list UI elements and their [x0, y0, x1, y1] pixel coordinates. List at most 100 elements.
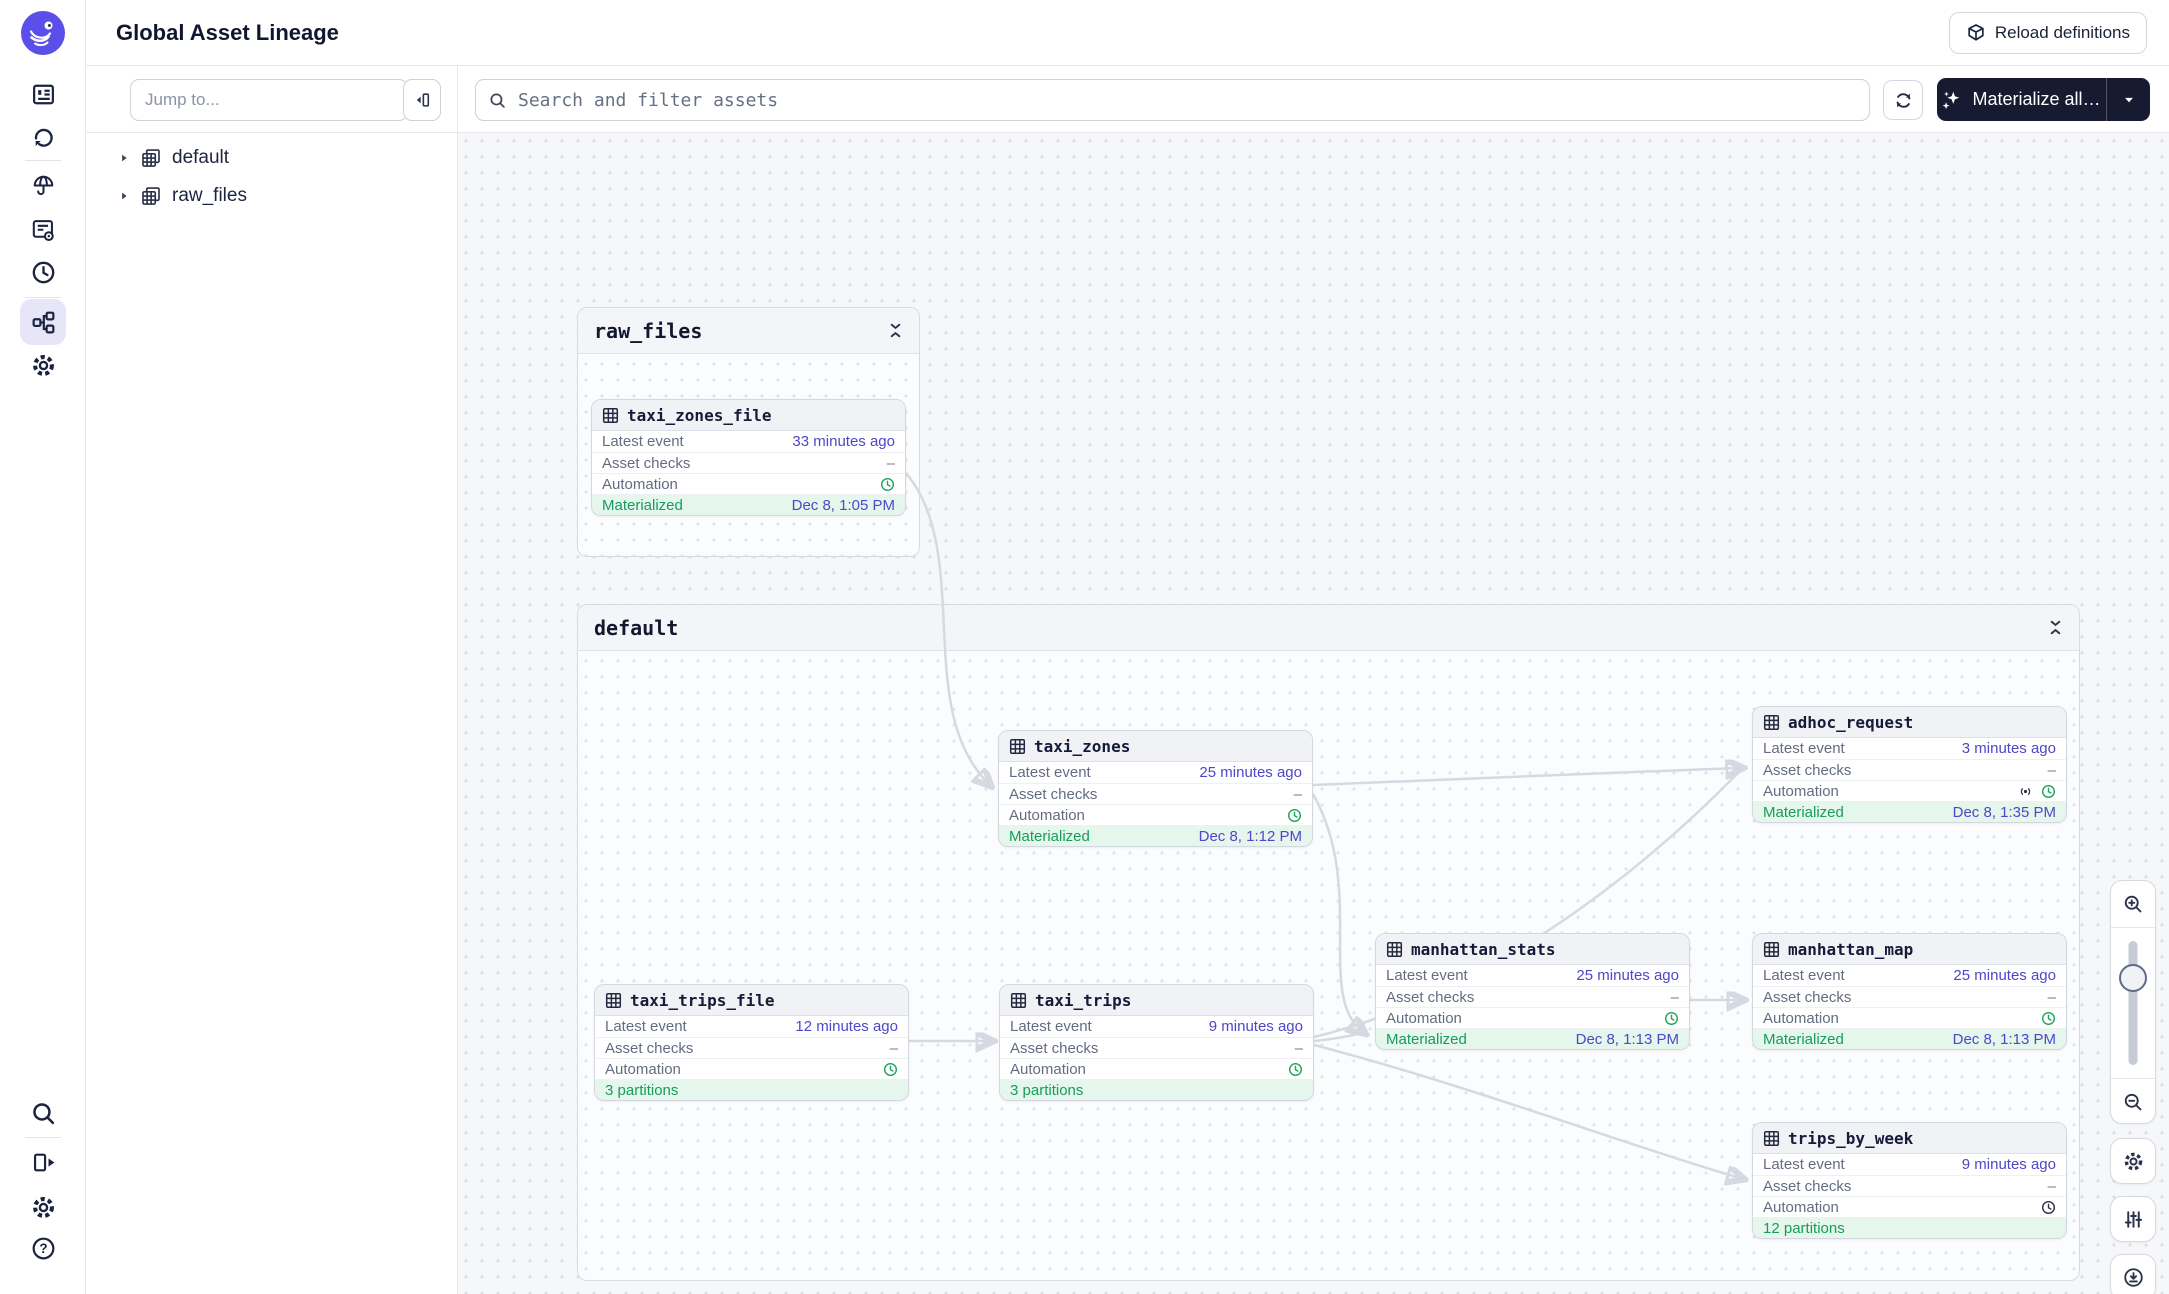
- sidebar-item-jobs[interactable]: [20, 207, 66, 253]
- automation-clock-icon[interactable]: [2041, 1200, 2056, 1215]
- refresh-button[interactable]: [1883, 80, 1923, 120]
- sidebar-item-runs[interactable]: [20, 114, 66, 160]
- sidebar-item-lineage[interactable]: [20, 299, 66, 345]
- graph-settings-button[interactable]: [2110, 1138, 2156, 1184]
- automation-clock-icon[interactable]: [1664, 1011, 1679, 1026]
- automation-sensor-icon[interactable]: [2018, 784, 2033, 799]
- asset-name: trips_by_week: [1788, 1129, 1913, 1148]
- asset-node-header[interactable]: taxi_trips_file: [595, 985, 908, 1016]
- dagster-logo-icon[interactable]: [21, 11, 65, 55]
- materialized-row: MaterializedDec 8, 1:12 PM: [999, 825, 1312, 846]
- latest-event-link[interactable]: 25 minutes ago: [1199, 764, 1302, 781]
- rail-divider: [25, 297, 61, 298]
- asset-node-trips_by_week[interactable]: trips_by_week Latest event9 minutes ago …: [1752, 1122, 2067, 1239]
- materialized-time-link[interactable]: Dec 8, 1:12 PM: [1199, 828, 1302, 845]
- zoom-in-button[interactable]: [2111, 881, 2155, 927]
- chevron-right-icon[interactable]: [118, 152, 130, 164]
- tree-item-label: default: [172, 147, 229, 169]
- latest-event-link[interactable]: 25 minutes ago: [1953, 967, 2056, 984]
- asset-node-taxi_trips_file[interactable]: taxi_trips_file Latest event12 minutes a…: [594, 984, 909, 1101]
- group-header[interactable]: default: [578, 605, 2079, 651]
- deployment-gear-icon: [31, 353, 56, 378]
- chevron-right-icon[interactable]: [118, 190, 130, 202]
- asset-node-header[interactable]: manhattan_map: [1753, 934, 2066, 965]
- materialized-time-link[interactable]: Dec 8, 1:13 PM: [1953, 1031, 2056, 1048]
- asset-node-header[interactable]: taxi_zones: [999, 731, 1312, 762]
- collapse-group-icon[interactable]: [2048, 619, 2063, 636]
- automation-row: Automation: [1753, 1007, 2066, 1028]
- partitions-row: 12 partitions: [1753, 1217, 2066, 1238]
- collapse-group-icon[interactable]: [888, 322, 903, 339]
- zoom-slider-track[interactable]: [2129, 941, 2138, 1065]
- latest-event-link[interactable]: 9 minutes ago: [1962, 1156, 2056, 1173]
- automation-row: Automation: [1753, 1196, 2066, 1217]
- automation-clock-icon[interactable]: [2041, 784, 2056, 799]
- materialized-time-link[interactable]: Dec 8, 1:35 PM: [1953, 804, 2056, 821]
- rail-help-button[interactable]: [20, 1225, 66, 1271]
- settings-gear-icon: [2123, 1151, 2144, 1172]
- materialize-all-button[interactable]: Materialize all…: [1937, 78, 2106, 121]
- rail-settings-button[interactable]: [20, 1184, 66, 1230]
- zoom-out-button[interactable]: [2111, 1079, 2155, 1125]
- asset-checks-row: Asset checks–: [1000, 1037, 1313, 1058]
- sidebar-item-schedules[interactable]: [20, 249, 66, 295]
- graph-filters-button[interactable]: [2110, 1196, 2156, 1242]
- asset-node-manhattan_map[interactable]: manhattan_map Latest event25 minutes ago…: [1752, 933, 2067, 1050]
- asset-node-header[interactable]: taxi_trips: [1000, 985, 1313, 1016]
- tree-item-default[interactable]: default: [86, 139, 457, 177]
- latest-event-row: Latest event33 minutes ago: [592, 431, 905, 452]
- latest-event-row: Latest event25 minutes ago: [999, 762, 1312, 783]
- asset-node-taxi_zones_file[interactable]: taxi_zones_file Latest event33 minutes a…: [591, 399, 906, 516]
- automation-clock-icon[interactable]: [1288, 1062, 1303, 1077]
- zoom-slider[interactable]: [2111, 928, 2155, 1078]
- asset-node-manhattan_stats[interactable]: manhattan_stats Latest event25 minutes a…: [1375, 933, 1690, 1050]
- automation-row: Automation: [1000, 1058, 1313, 1079]
- materialized-time-link[interactable]: Dec 8, 1:13 PM: [1576, 1031, 1679, 1048]
- lineage-canvas[interactable]: raw_files default: [458, 133, 2169, 1294]
- asset-node-header[interactable]: manhattan_stats: [1376, 934, 1689, 965]
- asset-node-taxi_zones[interactable]: taxi_zones Latest event25 minutes ago As…: [998, 730, 1313, 847]
- asset-node-header[interactable]: adhoc_request: [1753, 707, 2066, 738]
- rail-search-button[interactable]: [20, 1090, 66, 1136]
- download-image-button[interactable]: [2110, 1254, 2156, 1294]
- search-input[interactable]: [475, 79, 1870, 121]
- latest-event-link[interactable]: 25 minutes ago: [1576, 967, 1679, 984]
- zoom-slider-handle[interactable]: [2119, 964, 2147, 992]
- asset-node-taxi_trips[interactable]: taxi_trips Latest event9 minutes ago Ass…: [999, 984, 1314, 1101]
- latest-event-link[interactable]: 33 minutes ago: [792, 433, 895, 450]
- tree-item-raw_files[interactable]: raw_files: [86, 177, 457, 215]
- latest-event-row: Latest event12 minutes ago: [595, 1016, 908, 1037]
- latest-event-link[interactable]: 9 minutes ago: [1209, 1018, 1303, 1035]
- automation-clock-icon[interactable]: [1287, 808, 1302, 823]
- table-icon: [1009, 738, 1026, 755]
- automation-row: Automation: [592, 473, 905, 494]
- automation-clock-icon[interactable]: [883, 1062, 898, 1077]
- latest-event-link[interactable]: 12 minutes ago: [795, 1018, 898, 1035]
- top-bar: Global Asset Lineage Reload definitions: [86, 0, 2169, 66]
- tree-item-label: raw_files: [172, 185, 247, 207]
- group-header[interactable]: raw_files: [578, 308, 919, 354]
- refresh-icon: [1894, 91, 1913, 110]
- asset-node-adhoc_request[interactable]: adhoc_request Latest event3 minutes ago …: [1752, 706, 2067, 823]
- automation-clock-icon[interactable]: [880, 477, 895, 492]
- collapse-sidebar-button[interactable]: [403, 79, 441, 121]
- materialize-all-label: Materialize all…: [1972, 89, 2100, 110]
- materialized-time-link[interactable]: Dec 8, 1:05 PM: [792, 497, 895, 514]
- asset-node-header[interactable]: trips_by_week: [1753, 1123, 2066, 1154]
- sparkles-icon: [1942, 90, 1962, 110]
- sidebar-item-deployment[interactable]: [20, 342, 66, 388]
- latest-event-row: Latest event25 minutes ago: [1753, 965, 2066, 986]
- table-icon: [605, 992, 622, 1009]
- latest-event-link[interactable]: 3 minutes ago: [1962, 740, 2056, 757]
- jump-to-input[interactable]: [130, 79, 408, 121]
- rail-expand-panel-button[interactable]: [20, 1139, 66, 1185]
- automation-clock-icon[interactable]: [2041, 1011, 2056, 1026]
- table-icon: [1763, 1130, 1780, 1147]
- sidebar-item-assets[interactable]: [20, 162, 66, 208]
- latest-event-row: Latest event25 minutes ago: [1376, 965, 1689, 986]
- asset-node-header[interactable]: taxi_zones_file: [592, 400, 905, 431]
- reload-definitions-button[interactable]: Reload definitions: [1949, 12, 2147, 54]
- sidebar-item-overview[interactable]: [20, 71, 66, 117]
- materialize-options-button[interactable]: [2106, 78, 2150, 121]
- materialized-row: MaterializedDec 8, 1:35 PM: [1753, 801, 2066, 822]
